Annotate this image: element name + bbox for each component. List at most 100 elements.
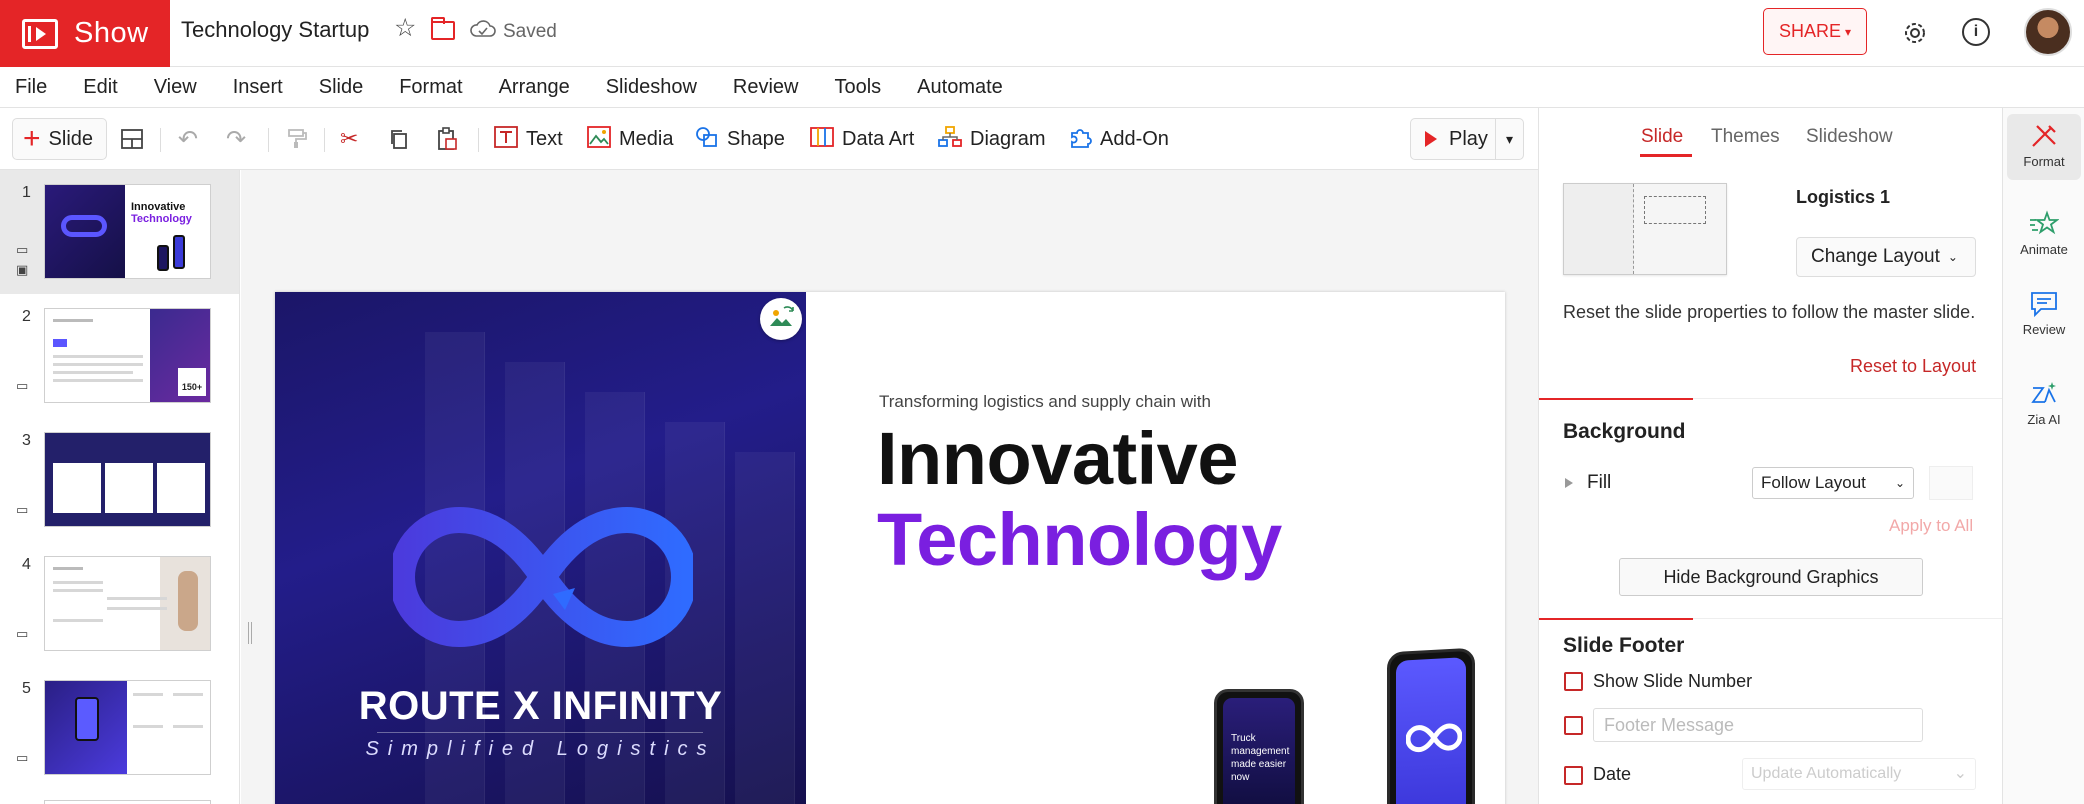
slide-number: 2 bbox=[22, 308, 31, 325]
animate-icon bbox=[2030, 210, 2059, 235]
menu-arrange[interactable]: Arrange bbox=[499, 76, 570, 99]
menu-format[interactable]: Format bbox=[399, 76, 462, 99]
folder-icon[interactable] bbox=[431, 17, 455, 40]
paste-icon[interactable] bbox=[436, 118, 458, 160]
slide-heading-line-1[interactable]: Innovative bbox=[877, 416, 1239, 501]
cut-icon[interactable]: ✂ bbox=[340, 118, 358, 160]
layout-icon[interactable] bbox=[120, 118, 144, 160]
redo-icon[interactable]: ↷ bbox=[226, 118, 246, 160]
play-label: Play bbox=[1449, 127, 1488, 150]
panel-resize-handle[interactable] bbox=[248, 622, 252, 644]
shape-icon bbox=[695, 126, 719, 152]
slide-notes-icon: ▭ bbox=[16, 626, 29, 641]
chevron-down-icon[interactable]: ▾ bbox=[1495, 119, 1523, 159]
change-layout-label: Change Layout bbox=[1811, 246, 1940, 267]
slide-number: 4 bbox=[22, 556, 31, 573]
menu-view[interactable]: View bbox=[154, 76, 197, 99]
rail-zia-ai-label: Zia AI bbox=[2027, 412, 2061, 427]
star-icon[interactable]: ☆ bbox=[394, 16, 416, 41]
change-layout-button[interactable]: Change Layout ⌄ bbox=[1796, 237, 1976, 277]
menu-edit[interactable]: Edit bbox=[83, 76, 117, 99]
tab-themes[interactable]: Themes bbox=[1711, 126, 1780, 148]
fill-select-value: Follow Layout bbox=[1761, 473, 1866, 492]
expand-fill-icon[interactable] bbox=[1565, 478, 1573, 488]
chevron-down-icon: ▾ bbox=[1844, 24, 1852, 39]
slide-thumbnail-2[interactable]: 2 150+ ▭ bbox=[0, 294, 239, 418]
slide-hero-panel[interactable]: ROUTE X INFINITY Simplified Logistics bbox=[275, 292, 806, 804]
plus-icon: + bbox=[23, 122, 41, 155]
date-checkbox[interactable] bbox=[1564, 766, 1583, 785]
slide-heading-line-2[interactable]: Technology bbox=[877, 497, 1282, 582]
play-icon bbox=[1425, 131, 1437, 147]
menu-review[interactable]: Review bbox=[733, 76, 799, 99]
slide-thumbnail-1[interactable]: 1 Innovative Technology ▭ ▣ bbox=[0, 170, 239, 294]
insert-data-art-button[interactable]: Data Art bbox=[810, 118, 914, 160]
share-button[interactable]: SHARE ▾ bbox=[1763, 8, 1867, 55]
footer-message-checkbox[interactable] bbox=[1564, 716, 1583, 735]
show-slide-number-checkbox[interactable] bbox=[1564, 672, 1583, 691]
slide-notes-icon: ▭ bbox=[16, 750, 29, 765]
slide-subheading[interactable]: Transforming logistics and supply chain … bbox=[879, 392, 1211, 412]
media-label: Media bbox=[619, 127, 674, 150]
layout-preview[interactable] bbox=[1563, 183, 1727, 275]
rail-review[interactable]: Review bbox=[2007, 282, 2081, 348]
replace-image-icon[interactable] bbox=[760, 298, 802, 340]
slide-thumbnail-5[interactable]: 5 ▭ bbox=[0, 666, 239, 790]
current-slide[interactable]: ROUTE X INFINITY Simplified Logistics Tr… bbox=[275, 292, 1505, 804]
play-button[interactable]: Play ▾ bbox=[1410, 118, 1524, 160]
info-icon[interactable]: i bbox=[1962, 18, 1990, 46]
tagline-divider bbox=[377, 732, 703, 733]
insert-text-button[interactable]: Text bbox=[494, 118, 563, 160]
text-label: Text bbox=[526, 127, 563, 150]
slide-notes-icon: ▭ bbox=[16, 242, 29, 257]
fill-color-swatch[interactable] bbox=[1929, 466, 1973, 500]
rail-format[interactable]: Format bbox=[2007, 114, 2081, 180]
menu-slide[interactable]: Slide bbox=[319, 76, 363, 99]
gear-icon[interactable] bbox=[1900, 18, 1930, 48]
puzzle-icon bbox=[1068, 125, 1092, 153]
apply-to-all-link[interactable]: Apply to All bbox=[1889, 516, 1973, 536]
slide-preview bbox=[44, 556, 211, 651]
new-slide-button[interactable]: + Slide bbox=[12, 118, 107, 160]
copy-icon[interactable] bbox=[388, 118, 410, 160]
insert-diagram-button[interactable]: Diagram bbox=[938, 118, 1046, 160]
data-art-label: Data Art bbox=[842, 127, 915, 150]
paint-format-icon[interactable] bbox=[286, 118, 308, 160]
add-on-button[interactable]: Add-On bbox=[1068, 118, 1169, 160]
hide-background-graphics-button[interactable]: Hide Background Graphics bbox=[1619, 558, 1923, 596]
date-format-select[interactable]: Update Automatically ⌄ bbox=[1742, 758, 1976, 790]
tab-slideshow[interactable]: Slideshow bbox=[1806, 126, 1893, 148]
menu-slideshow[interactable]: Slideshow bbox=[606, 76, 697, 99]
diagram-icon bbox=[938, 126, 962, 152]
insert-shape-button[interactable]: Shape bbox=[695, 118, 785, 160]
undo-icon[interactable]: ↶ bbox=[178, 118, 198, 160]
chevron-down-icon: ⌄ bbox=[1953, 765, 1967, 782]
zia-ai-icon bbox=[2031, 382, 2056, 403]
document-title[interactable]: Technology Startup bbox=[181, 17, 369, 43]
rail-zia-ai[interactable]: Zia AI bbox=[2007, 372, 2081, 438]
menu-tools[interactable]: Tools bbox=[834, 76, 881, 99]
data-art-icon bbox=[810, 126, 834, 152]
menu-insert[interactable]: Insert bbox=[233, 76, 283, 99]
rail-animate[interactable]: Animate bbox=[2007, 202, 2081, 268]
slide-thumbnail-3[interactable]: 3 ▭ bbox=[0, 418, 239, 542]
menu-file[interactable]: File bbox=[15, 76, 47, 99]
slide-thumbnail-4[interactable]: 4 ▭ bbox=[0, 542, 239, 666]
rail-format-label: Format bbox=[2023, 154, 2065, 169]
reset-to-layout-link[interactable]: Reset to Layout bbox=[1850, 356, 1976, 377]
thumb-title: Innovative bbox=[131, 201, 186, 213]
rail-animate-label: Animate bbox=[2020, 242, 2068, 257]
slide-footer-section-title: Slide Footer bbox=[1563, 634, 1685, 657]
footer-message-input[interactable]: Footer Message bbox=[1593, 708, 1923, 742]
phone-mockup-large[interactable] bbox=[1387, 647, 1475, 804]
menu-automate[interactable]: Automate bbox=[917, 76, 1003, 99]
phone-mockup-small[interactable]: Truck management made easier now bbox=[1214, 689, 1304, 804]
avatar[interactable] bbox=[2024, 8, 2072, 56]
diagram-label: Diagram bbox=[970, 127, 1046, 150]
fill-select[interactable]: Follow Layout ⌄ bbox=[1752, 467, 1914, 499]
tab-slide[interactable]: Slide bbox=[1641, 126, 1683, 148]
fill-label: Fill bbox=[1587, 472, 1612, 493]
date-select-value: Update Automatically bbox=[1751, 765, 1902, 782]
insert-media-button[interactable]: Media bbox=[587, 118, 673, 160]
app-logo[interactable]: Show bbox=[0, 0, 170, 67]
